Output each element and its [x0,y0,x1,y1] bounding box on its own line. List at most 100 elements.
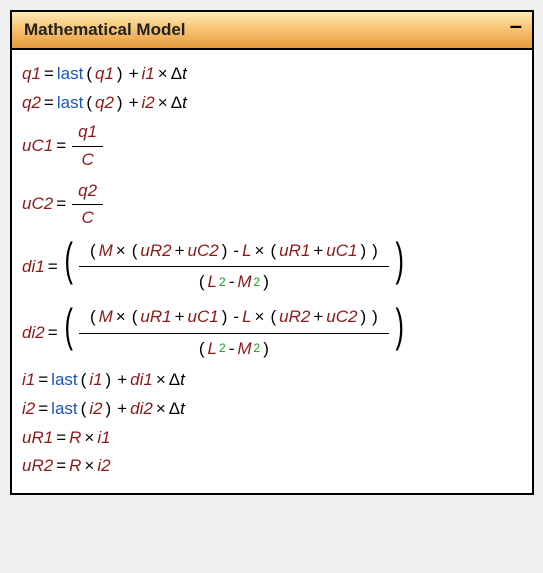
op-eq: = [41,91,57,116]
op-eq: = [35,368,51,393]
var-i1-arg: i1 [89,368,102,393]
op-times: × [252,305,268,330]
var-L: L [208,337,217,362]
var-M: M [99,305,113,330]
op-plus: + [172,305,188,330]
op-eq: = [45,255,61,280]
var-i2-arg: i2 [89,397,102,422]
var-di1: di1 [22,255,45,280]
outer-paren: ( ( M × ( uR1 + uC1 ) - L [61,302,408,364]
op-rp: ) [103,397,115,422]
op-minus: - [230,239,242,264]
var-i2: i2 [22,397,35,422]
op-lp: ( [78,368,90,393]
op-lp: ( [78,397,90,422]
op-times: × [113,239,129,264]
sym-delta: Δ [169,397,180,422]
var-uR1: uR1 [279,239,310,264]
var-uC2: uC2 [22,192,53,217]
minimize-button[interactable]: – [510,21,522,39]
titlebar: Mathematical Model – [12,12,532,50]
op-rp: ) [357,239,369,264]
outer-paren: ( ( M × ( uR2 + uC2 ) - L [61,236,408,298]
exp-2: 2 [217,274,226,291]
op-eq: = [53,134,69,159]
var-L: L [242,305,251,330]
eq-q1: q1 = last ( q1 ) + i1 × Δ t [22,62,522,87]
var-L: L [208,270,217,295]
op-plus: + [126,62,142,87]
var-i1: i1 [97,426,110,451]
op-rp: ) [260,337,272,362]
op-plus: + [114,397,130,422]
op-plus: + [172,239,188,264]
op-times: × [252,239,268,264]
op-rp: ) [114,91,126,116]
op-times: × [81,454,97,479]
equation-content: q1 = last ( q1 ) + i1 × Δ t q2 = last ( … [12,50,532,493]
var-di2: di2 [130,397,153,422]
var-i2: i2 [97,454,110,479]
op-rp: ) [369,305,381,330]
var-di1: di1 [130,368,153,393]
op-minus: - [226,337,238,362]
var-i1: i1 [22,368,35,393]
eq-i2: i2 = last ( i2 ) + di2 × Δ t [22,397,522,422]
sym-delta: Δ [171,62,182,87]
op-lp: ( [196,337,208,362]
eq-uR1: uR1 = R × i1 [22,426,522,451]
exp-2: 2 [252,274,261,291]
op-lp: ( [196,270,208,295]
var-q1: q1 [22,62,41,87]
eq-q2: q2 = last ( q2 ) + i2 × Δ t [22,91,522,116]
op-lp: ( [87,239,99,264]
var-M: M [237,337,251,362]
op-plus: + [114,368,130,393]
op-lp: ( [83,91,95,116]
op-rp: ) [219,305,231,330]
op-rp: ) [114,62,126,87]
var-uR2: uR2 [140,239,171,264]
sym-t: t [180,397,185,422]
var-q2: q2 [22,91,41,116]
var-M: M [237,270,251,295]
var-q1-arg: q1 [95,62,114,87]
var-uC1: uC1 [188,305,219,330]
frac-den: C [81,148,93,173]
var-di2: di2 [22,321,45,346]
fn-last: last [51,368,77,393]
fn-last: last [51,397,77,422]
var-M: M [99,239,113,264]
exp-2: 2 [252,340,261,357]
op-rp: ) [357,305,369,330]
fn-last: last [57,91,83,116]
op-times: × [113,305,129,330]
eq-di1: di1 = ( ( M × ( uR2 + uC2 ) [22,236,522,298]
var-uR2: uR2 [22,454,53,479]
op-rp: ) [260,270,272,295]
op-eq: = [35,397,51,422]
op-eq: = [53,426,69,451]
var-i2: i2 [142,91,155,116]
var-uR1: uR1 [140,305,171,330]
op-times: × [153,397,169,422]
eq-i1: i1 = last ( i1 ) + di1 × Δ t [22,368,522,393]
op-lp: ( [129,305,141,330]
sym-delta: Δ [169,368,180,393]
frac-di1: ( M × ( uR2 + uC2 ) - L × ( uR1 [79,236,389,298]
fn-last: last [57,62,83,87]
window-title: Mathematical Model [24,20,186,40]
op-eq: = [45,321,61,346]
op-rp: ) [369,239,381,264]
sym-t: t [182,62,187,87]
op-times: × [155,91,171,116]
var-L: L [242,239,251,264]
op-lp: ( [267,305,279,330]
op-minus: - [230,305,242,330]
eq-uR2: uR2 = R × i2 [22,454,522,479]
op-plus: + [310,239,326,264]
big-rp: ) [395,236,403,298]
op-lp: ( [87,305,99,330]
var-uR1: uR1 [22,426,53,451]
var-uR2: uR2 [279,305,310,330]
